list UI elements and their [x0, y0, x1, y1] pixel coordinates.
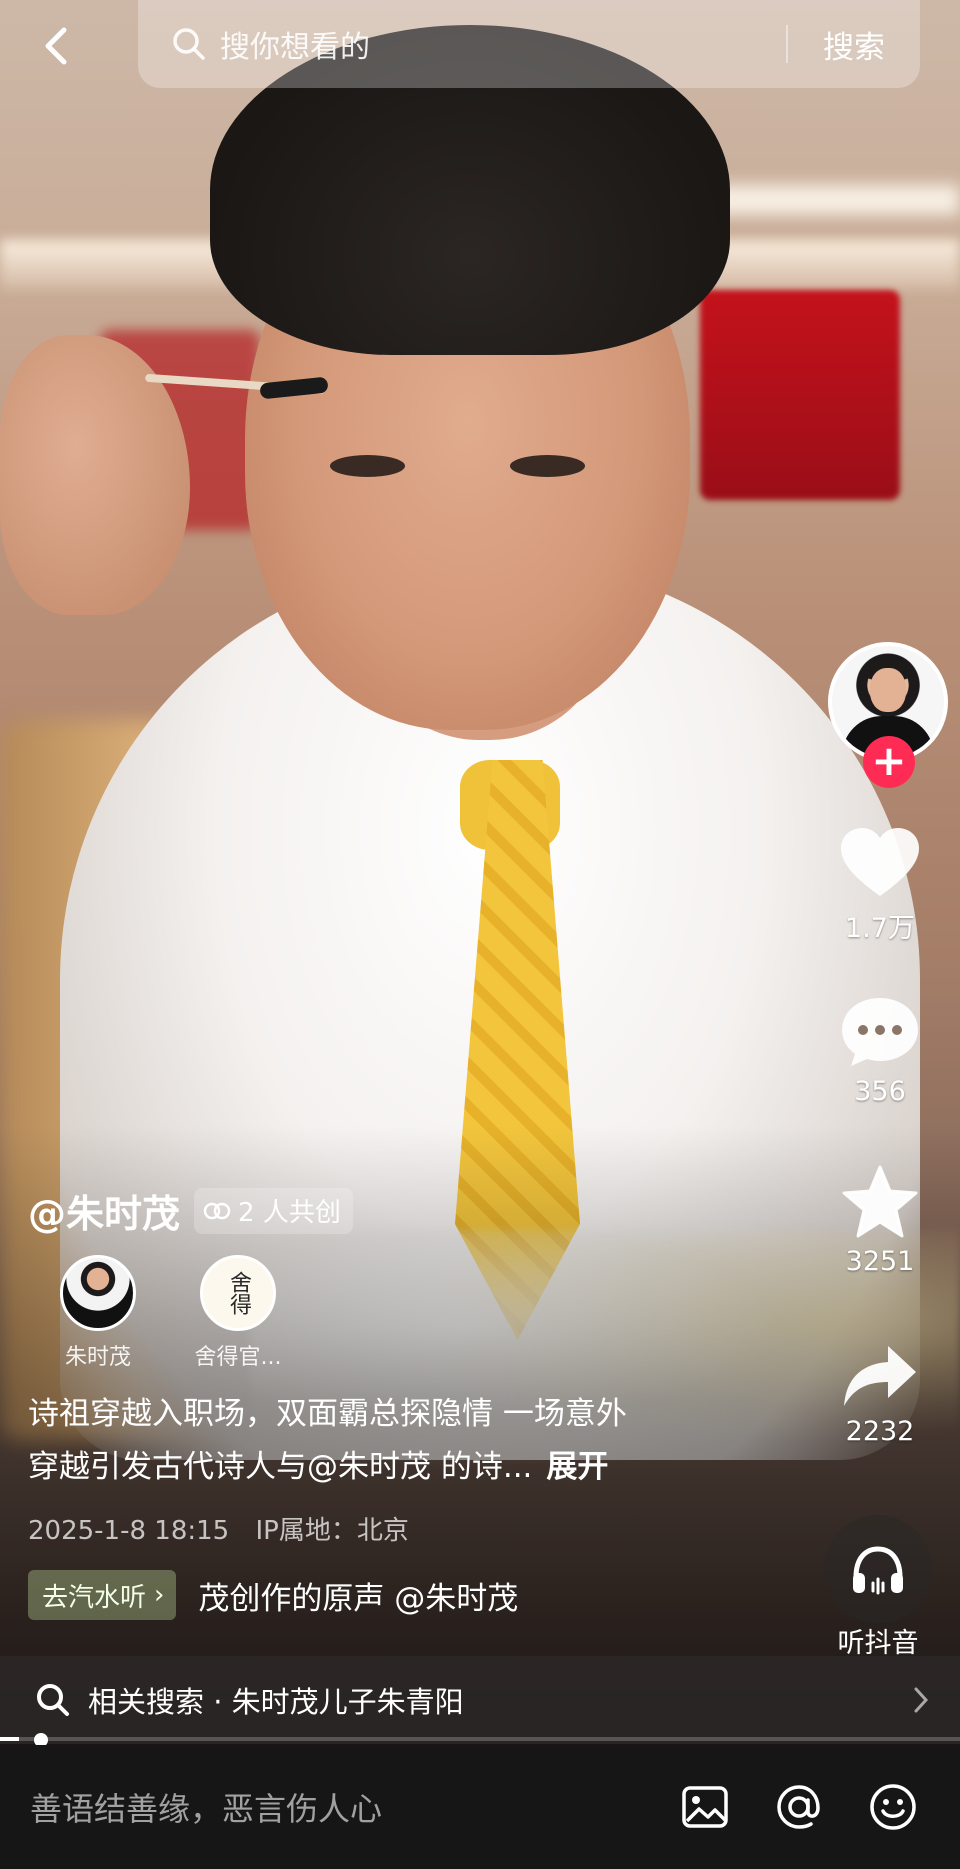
- listen-icon-bg: [824, 1515, 932, 1623]
- favorite-button[interactable]: 3251: [820, 1164, 940, 1277]
- search-bar[interactable]: 搜你想看的 搜索: [138, 0, 920, 88]
- post-date: 2025-1-8 18:15: [28, 1516, 230, 1546]
- image-button[interactable]: [678, 1780, 732, 1834]
- cocreator-name: 舍得官...: [194, 1345, 282, 1370]
- ip-location: IP属地：北京: [255, 1516, 409, 1546]
- share-icon: [844, 1346, 916, 1406]
- cocreator-name: 朱时茂: [64, 1345, 131, 1370]
- author-name[interactable]: @朱时茂: [28, 1183, 180, 1238]
- cocreator-avatar: [60, 1255, 136, 1331]
- cocreate-icon: [203, 1202, 231, 1219]
- cocreator-item[interactable]: 朱时茂: [28, 1255, 168, 1371]
- author-row: @朱时茂 2 人共创: [28, 1183, 353, 1238]
- at-icon: [777, 1785, 820, 1829]
- headphones-icon: [853, 1546, 903, 1595]
- comment-count: 356: [854, 1076, 906, 1107]
- progress-fill: [0, 1737, 20, 1741]
- emoji-icon: [870, 1784, 916, 1830]
- description-line: 穿越引发古代诗人与@朱时茂 的诗...: [28, 1449, 533, 1485]
- search-icon: [173, 28, 205, 60]
- comment-icon: [842, 998, 918, 1066]
- star-icon: [842, 1165, 918, 1238]
- avatar-figure: [870, 668, 906, 712]
- video-progress-bar[interactable]: [0, 1737, 960, 1741]
- share-count: 2232: [845, 1416, 915, 1447]
- emoji-button[interactable]: [866, 1780, 920, 1834]
- comment-input[interactable]: 善语结善缘，恶言伤人心: [30, 1784, 678, 1830]
- like-button[interactable]: 1.7万: [820, 826, 940, 945]
- like-count: 1.7万: [845, 913, 915, 944]
- cocreate-label: 2 人共创: [238, 1198, 341, 1228]
- back-icon: [45, 27, 67, 65]
- cocreator-item[interactable]: 舍得 舍得官...: [168, 1255, 308, 1371]
- share-button[interactable]: 2232: [820, 1342, 940, 1447]
- cocreate-badge[interactable]: 2 人共创: [194, 1187, 353, 1234]
- chevron-right-icon: ›: [154, 1580, 165, 1610]
- brand-logo-text: 舍得: [226, 1271, 251, 1315]
- video-meta: 2025-1-8 18:15 IP属地：北京: [28, 1510, 409, 1547]
- listen-douyin-button[interactable]: 听抖音: [810, 1515, 946, 1660]
- search-input[interactable]: 搜你想看的: [220, 22, 786, 66]
- soda-chip-label: 去汽水听: [42, 1582, 147, 1613]
- video-subject-eye: [510, 455, 585, 477]
- brand-logo: 舍得: [200, 1255, 276, 1331]
- search-button[interactable]: 搜索: [788, 22, 920, 67]
- follow-plus-icon[interactable]: +: [863, 736, 915, 788]
- video-description[interactable]: 诗祖穿越入职场，双面霸总探隐情 一场意外 穿越引发古代诗人与@朱时茂 的诗...…: [28, 1388, 738, 1494]
- expand-button[interactable]: 展开: [546, 1449, 608, 1485]
- description-line-2: 穿越引发古代诗人与@朱时茂 的诗... 展开: [28, 1441, 738, 1494]
- comment-bar: 善语结善缘，恶言伤人心: [0, 1745, 960, 1869]
- mention-button[interactable]: [772, 1780, 826, 1834]
- background-box: [700, 290, 900, 500]
- heart-icon: [841, 828, 919, 896]
- related-search-text: 相关搜索 · 朱时茂儿子朱青阳: [88, 1685, 464, 1719]
- music-title[interactable]: 茂创作的原声 @朱时茂: [198, 1573, 518, 1618]
- image-icon: [682, 1786, 728, 1828]
- soda-music-chip[interactable]: 去汽水听 ›: [28, 1570, 177, 1620]
- music-row: 去汽水听 › 茂创作的原声 @朱时茂: [28, 1570, 608, 1620]
- favorite-count: 3251: [845, 1246, 915, 1277]
- video-subject-eye: [330, 455, 405, 477]
- chevron-right-icon: [914, 1687, 929, 1713]
- comment-button[interactable]: 356: [820, 994, 940, 1107]
- cocreator-list: 朱时茂 舍得 舍得官...: [28, 1255, 308, 1371]
- related-search-bar[interactable]: 相关搜索 · 朱时茂儿子朱青阳: [0, 1656, 960, 1744]
- back-button[interactable]: [36, 24, 80, 68]
- description-line: 诗祖穿越入职场，双面霸总探隐情 一场意外: [28, 1396, 627, 1432]
- search-icon: [37, 1684, 69, 1716]
- listen-label: 听抖音: [837, 1628, 919, 1659]
